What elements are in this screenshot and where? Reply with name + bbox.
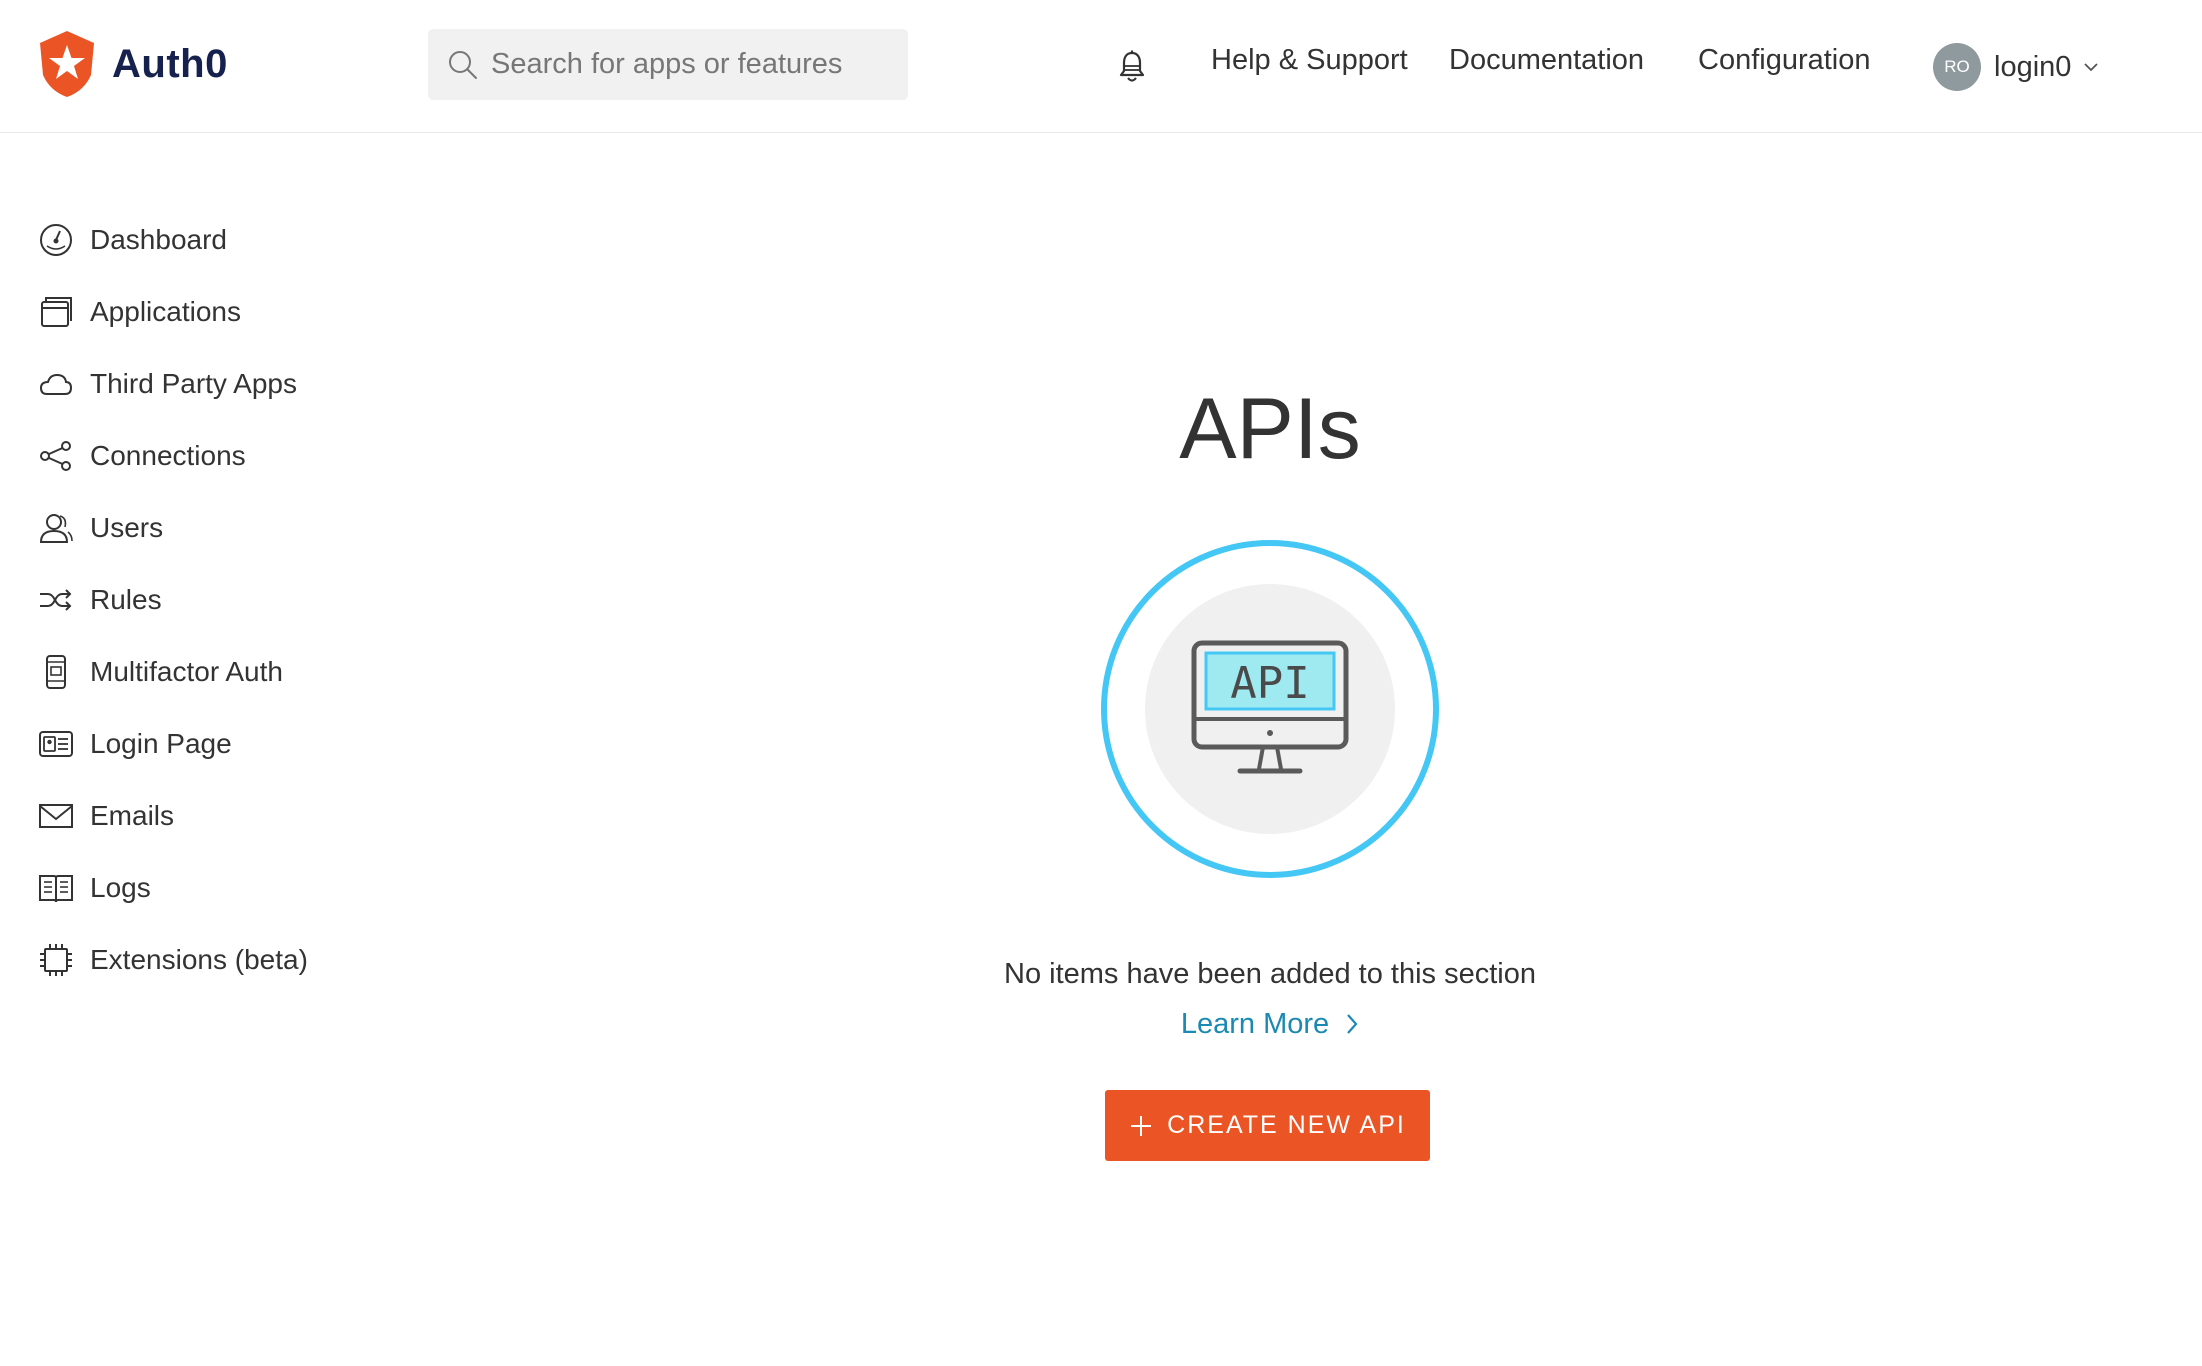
user-name: login0 bbox=[1994, 50, 2072, 83]
email-icon bbox=[39, 804, 73, 828]
sidebar-item-extensions[interactable]: Extensions (beta) bbox=[38, 940, 358, 980]
search-box[interactable] bbox=[428, 29, 908, 100]
configuration-link[interactable]: Configuration bbox=[1698, 44, 1871, 77]
help-support-link[interactable]: Help & Support bbox=[1211, 44, 1408, 77]
page-title: APIs bbox=[1179, 381, 1361, 477]
notifications-bell-icon[interactable] bbox=[1117, 49, 1147, 85]
chevron-down-icon bbox=[2084, 63, 2099, 72]
sidebar-item-logs[interactable]: Logs bbox=[38, 868, 358, 908]
sidebar-item-applications[interactable]: Applications bbox=[38, 292, 358, 332]
sidebar-item-label: Dashboard bbox=[90, 224, 227, 255]
extensions-icon bbox=[40, 944, 72, 976]
sidebar-item-rules[interactable]: Rules bbox=[38, 580, 358, 620]
sidebar-item-label: Logs bbox=[90, 872, 151, 903]
sidebar-item-users[interactable]: Users bbox=[38, 508, 358, 548]
connections-icon bbox=[40, 441, 71, 471]
auth0-shield-icon bbox=[40, 31, 94, 97]
learn-more-link[interactable]: Learn More bbox=[1140, 1004, 1400, 1044]
logs-icon bbox=[39, 875, 73, 903]
sidebar-item-emails[interactable]: Emails bbox=[38, 796, 358, 836]
sidebar-item-label: Applications bbox=[90, 296, 241, 327]
sidebar-item-connections[interactable]: Connections bbox=[38, 436, 358, 476]
sidebar-item-label: Emails bbox=[90, 800, 175, 831]
sidebar-item-label: Connections bbox=[90, 440, 246, 471]
sidebar-item-multifactor-auth[interactable]: Multifactor Auth bbox=[38, 652, 358, 692]
api-illustration-icon: API bbox=[1101, 540, 1439, 878]
avatar: RO bbox=[1933, 43, 1981, 91]
top-header: Auth0 Help & Support Documentation Confi… bbox=[0, 0, 2202, 133]
learn-more-label: Learn More bbox=[1180, 1007, 1330, 1040]
login-page-icon bbox=[39, 731, 73, 757]
logo-text: Auth0 bbox=[112, 41, 228, 86]
chevron-right-icon bbox=[1347, 1014, 1358, 1034]
sidebar-item-label: Users bbox=[90, 512, 164, 543]
cloud-icon bbox=[39, 373, 73, 395]
sidebar-item-label: Login Page bbox=[90, 728, 232, 759]
sidebar-item-label: Multifactor Auth bbox=[90, 656, 283, 687]
plus-icon bbox=[1131, 1115, 1152, 1136]
sidebar-item-third-party-apps[interactable]: Third Party Apps bbox=[38, 364, 358, 404]
sidebar-item-label: Extensions (beta) bbox=[90, 944, 308, 975]
sidebar-item-login-page[interactable]: Login Page bbox=[38, 724, 358, 764]
sidebar-item-label: Rules bbox=[90, 584, 162, 615]
sidebar-item-dashboard[interactable]: Dashboard bbox=[38, 220, 358, 260]
user-menu[interactable]: RO login0 bbox=[1933, 42, 2099, 92]
dashboard-icon bbox=[40, 224, 72, 256]
auth0-logo[interactable]: Auth0 bbox=[36, 28, 228, 100]
empty-state-message: No items have been added to this section bbox=[1004, 958, 1536, 990]
create-new-api-label: CREATE NEW API bbox=[1167, 1111, 1406, 1139]
illustration-api-text: API bbox=[1230, 658, 1309, 709]
create-new-api-button[interactable]: CREATE NEW API bbox=[1105, 1090, 1430, 1161]
applications-icon bbox=[41, 297, 72, 327]
sidebar-item-label: Third Party Apps bbox=[90, 368, 297, 399]
documentation-link[interactable]: Documentation bbox=[1449, 44, 1644, 77]
phone-icon bbox=[46, 655, 66, 689]
search-icon bbox=[449, 50, 477, 79]
rules-icon bbox=[40, 589, 72, 611]
search-input[interactable] bbox=[491, 48, 891, 81]
users-icon bbox=[39, 514, 73, 543]
